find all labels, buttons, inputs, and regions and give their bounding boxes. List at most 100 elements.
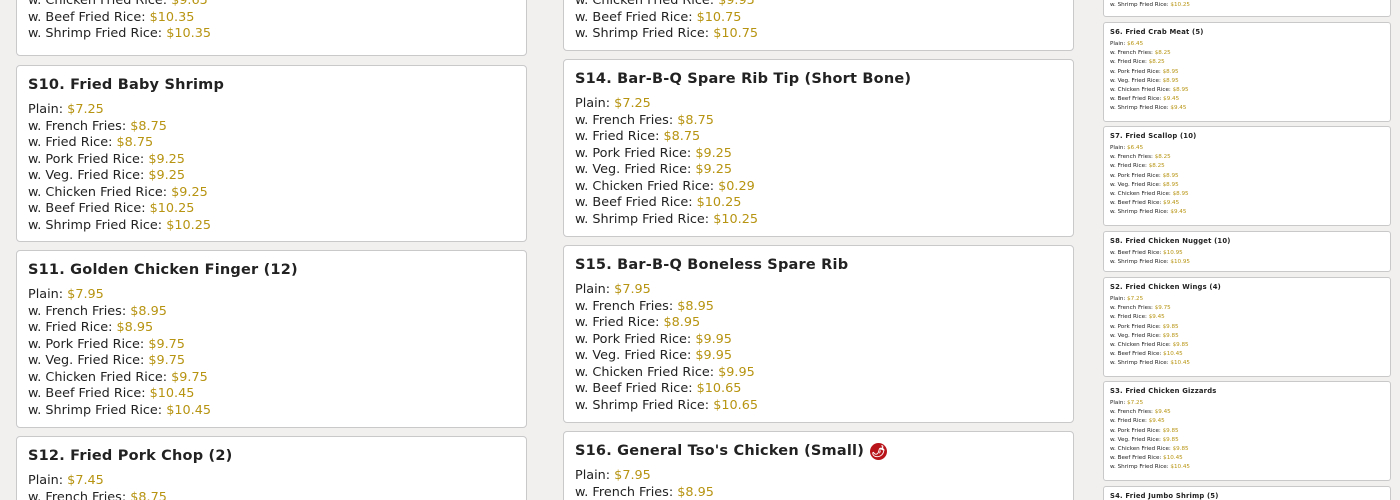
price-line: w. Veg. Fried Rice: $9.25 (28, 168, 515, 185)
menu-card-s3[interactable]: S3. Fried Chicken Gizzards Plain: $7.25 w… (1103, 381, 1391, 481)
price-label: w. Shrimp Fried Rice: (575, 397, 710, 413)
price-value: $8.25 (1148, 163, 1165, 170)
price-line: w. Shrimp Fried Rice: $10.45 (1110, 463, 1384, 472)
price-value: $9.25 (171, 184, 208, 200)
price-label: w. Shrimp Fried Rice: (28, 217, 163, 233)
price-line: w. Shrimp Fried Rice: $10.25 (28, 218, 515, 235)
price-value: $7.25 (1127, 296, 1144, 302)
price-label: w. Chicken Fried Rice: (575, 364, 715, 380)
price-value: $8.75 (130, 489, 167, 500)
price-line: Plain: $7.25 (1110, 399, 1384, 408)
menu-card-s12[interactable]: S12. Fried Pork Chop (2) Plain: $7.45 w. … (16, 436, 527, 500)
price-value: $9.95 (718, 364, 755, 380)
price-label: w. French Fries: (28, 303, 127, 319)
price-value: $9.85 (1162, 436, 1179, 443)
price-line: Plain: $7.25 (28, 102, 515, 119)
menu-card-s10[interactable]: S10. Fried Baby Shrimp Plain: $7.25 w. Fr… (16, 65, 527, 242)
price-label: w. French Fries: (1110, 50, 1153, 57)
menu-card-s6[interactable]: S6. Fried Crab Meat (5) Plain: $6.45 w. F… (1103, 22, 1391, 122)
menu-card-s8[interactable]: S8. Fried Chicken Nugget (10) w. Beef Fr… (1103, 231, 1391, 272)
price-value: $10.25 (149, 201, 195, 216)
price-line: w. Pork Fried Rice: $9.25 (28, 152, 515, 169)
price-value: $10.45 (1170, 360, 1190, 367)
price-label: w. Fried Rice: (575, 129, 660, 144)
menu-card-s14[interactable]: S14. Bar-B-Q Spare Rib Tip (Short Bone) … (563, 59, 1074, 237)
price-value: $10.75 (713, 26, 758, 41)
price-line: w. Fried Rice: $8.95 (575, 315, 1062, 332)
price-label: w. Shrimp Fried Rice: (28, 402, 163, 418)
price-line: w. Pork Fried Rice: $9.85 (1110, 323, 1384, 332)
price-line: w. Veg. Fried Rice: $9.85 (1110, 332, 1384, 341)
price-line: w. Pork Fried Rice: $8.95 (1110, 172, 1384, 181)
price-label: w. French Fries: (1110, 409, 1153, 416)
item-title: S2. Fried Chicken Wings (4) (1110, 283, 1221, 291)
price-value: $6.45 (1127, 41, 1144, 47)
price-value: $7.45 (67, 473, 104, 488)
price-line: w. Chicken Fried Rice: $9.65 (28, 0, 515, 10)
menu-card-s15[interactable]: S15. Bar-B-Q Boneless Spare Rib Plain: $… (563, 245, 1074, 423)
price-value: $9.75 (171, 369, 208, 385)
price-value: $10.45 (1163, 351, 1183, 358)
price-label: w. Pork Fried Rice: (28, 151, 145, 167)
price-line: w. Beef Fried Rice: $9.45 (1110, 95, 1384, 104)
menu-column-3: w. Shrimp Fried Rice: $10.25 S6. Fried C… (1103, 0, 1391, 500)
price-value: $9.45 (1163, 96, 1180, 103)
price-line: w. French Fries: $8.95 (575, 299, 1062, 316)
price-label: w. Chicken Fried Rice: (1110, 342, 1171, 349)
price-line: w. French Fries: $8.95 (575, 485, 1062, 500)
price-value: $9.25 (148, 151, 185, 167)
price-value: $9.95 (718, 0, 755, 8)
price-line: w. French Fries: $8.75 (28, 490, 515, 500)
price-line: Plain: $7.45 (28, 473, 515, 490)
menu-card-partial[interactable]: w. Shrimp Fried Rice: $10.25 (1103, 0, 1391, 17)
price-label: w. Beef Fried Rice: (575, 9, 693, 25)
price-line: Plain: $7.95 (575, 468, 1062, 485)
menu-card-s4[interactable]: S4. Fried Jumbo Shrimp (5) (1103, 486, 1391, 500)
price-label: w. Beef Fried Rice: (1110, 351, 1162, 358)
menu-card-partial[interactable]: w. Chicken Fried Rice: $9.65 w. Beef Frie… (16, 0, 527, 56)
price-label: w. Shrimp Fried Rice: (1110, 105, 1169, 112)
price-value: $9.45 (1148, 314, 1165, 321)
price-line: w. Pork Fried Rice: $9.85 (1110, 427, 1384, 436)
price-value: $9.45 (1170, 105, 1187, 112)
price-label: w. Fried Rice: (1110, 59, 1147, 66)
price-line: Plain: $6.45 (1110, 144, 1384, 153)
price-line: w. Chicken Fried Rice: $9.25 (28, 185, 515, 202)
menu-card-s11[interactable]: S11. Golden Chicken Finger (12) Plain: $… (16, 250, 527, 428)
price-label: w. Veg. Fried Rice: (1110, 332, 1161, 339)
price-value: $8.95 (663, 315, 701, 330)
price-line: w. French Fries: $8.95 (28, 304, 515, 321)
price-value: $9.85 (1162, 427, 1179, 434)
item-title: S7. Fried Scallop (10) (1110, 132, 1197, 140)
price-label: w. Chicken Fried Rice: (1110, 87, 1171, 94)
price-label: w. Shrimp Fried Rice: (1110, 2, 1169, 8)
price-line: w. Chicken Fried Rice: $9.85 (1110, 445, 1384, 454)
price-value: $9.25 (148, 168, 186, 183)
price-value: $9.95 (695, 331, 732, 347)
price-line: w. Beef Fried Rice: $10.75 (575, 10, 1062, 27)
item-title: S12. Fried Pork Chop (2) (28, 448, 233, 464)
price-line: w. Chicken Fried Rice: $9.75 (28, 370, 515, 387)
item-title: S4. Fried Jumbo Shrimp (5) (1110, 492, 1219, 500)
price-line: w. Veg. Fried Rice: $9.95 (575, 348, 1062, 365)
price-line: w. French Fries: $8.25 (1110, 153, 1384, 162)
item-title: S10. Fried Baby Shrimp (28, 77, 225, 93)
price-label: w. Fried Rice: (1110, 418, 1147, 425)
price-line: w. Shrimp Fried Rice: $10.75 (575, 26, 1062, 43)
price-value: $10.65 (713, 397, 758, 413)
price-line: w. Pork Fried Rice: $8.95 (1110, 68, 1384, 77)
price-value: $9.95 (695, 348, 733, 363)
price-label: w. Veg. Fried Rice: (575, 348, 692, 363)
menu-card-partial[interactable]: w. Chicken Fried Rice: $9.95 w. Beef Frie… (563, 0, 1074, 51)
price-label: Plain: (28, 473, 64, 488)
menu-card-s7[interactable]: S7. Fried Scallop (10) Plain: $6.45 w. Fr… (1103, 126, 1391, 226)
price-label: w. Shrimp Fried Rice: (1110, 209, 1169, 216)
price-value: $9.45 (1154, 409, 1171, 416)
price-value: $7.25 (614, 96, 651, 111)
price-line: w. Beef Fried Rice: $10.45 (1110, 350, 1384, 359)
price-label: w. Beef Fried Rice: (1110, 96, 1162, 103)
menu-card-s2[interactable]: S2. Fried Chicken Wings (4) Plain: $7.25… (1103, 277, 1391, 377)
menu-card-s16[interactable]: S16. General Tso's Chicken (Small) 🌶 Pla… (563, 431, 1074, 500)
price-value: $9.75 (1154, 305, 1171, 312)
price-value: $9.75 (148, 336, 185, 352)
